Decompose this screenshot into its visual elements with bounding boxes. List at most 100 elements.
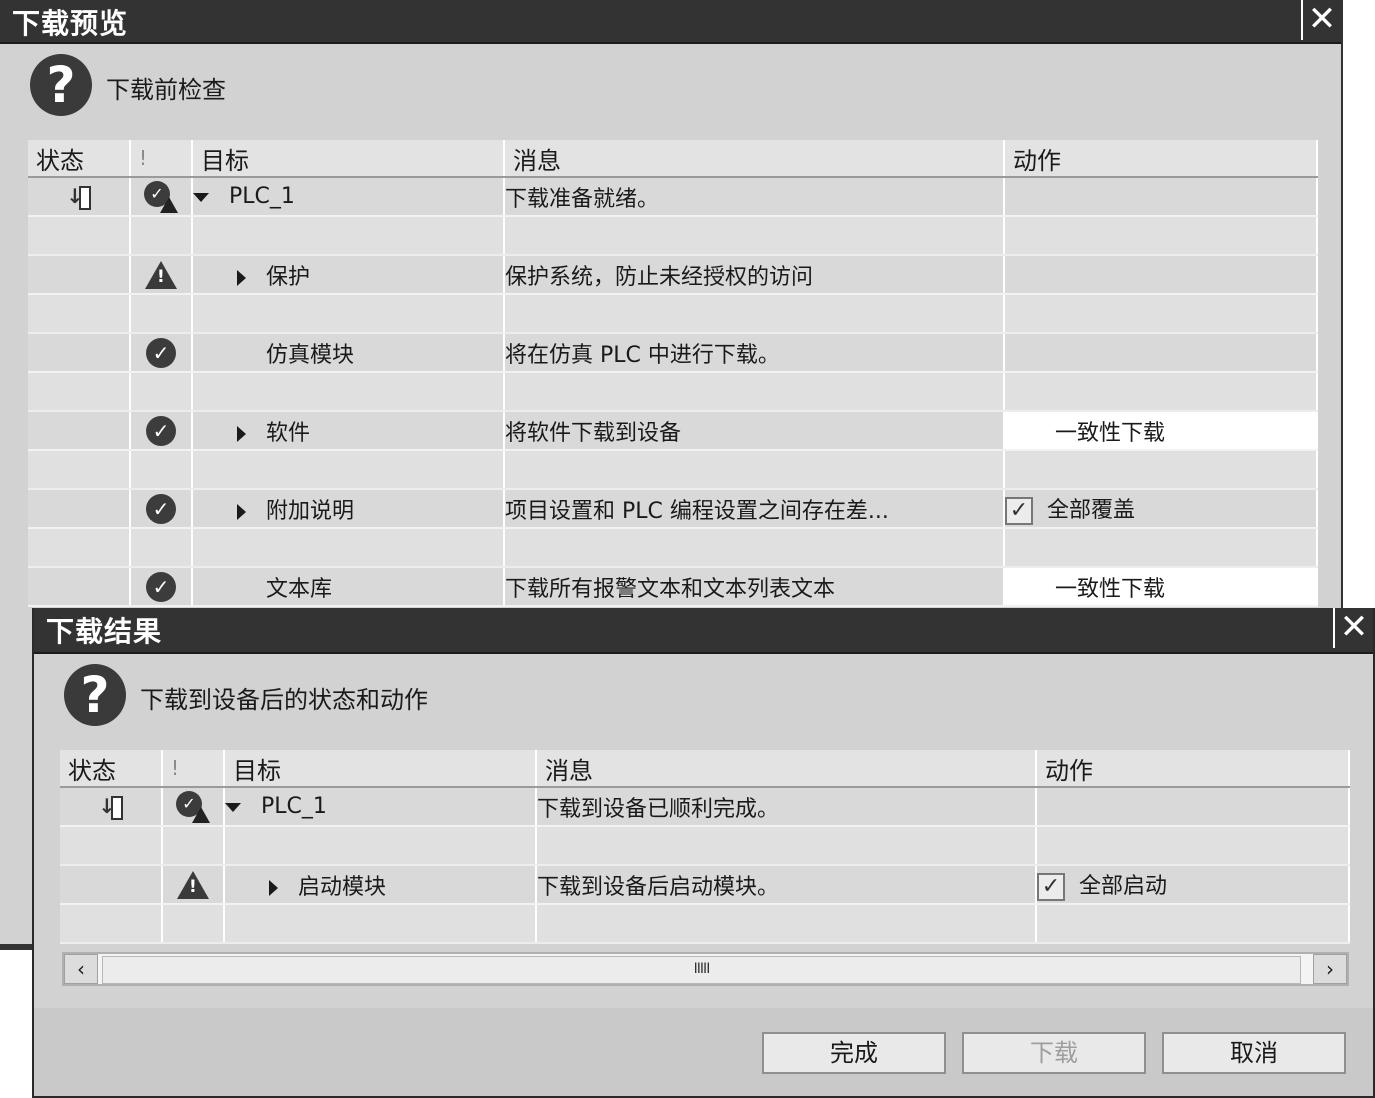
col-alert[interactable]: ! — [130, 140, 193, 178]
overwrite-all-checkbox[interactable]: ✓ — [1005, 497, 1033, 525]
expand-arrow-icon[interactable] — [237, 503, 246, 520]
alert-cell: ✓ — [130, 333, 193, 373]
alert-cell: ! — [162, 865, 225, 905]
table-row-spacer — [28, 216, 1318, 256]
start-all-checkbox[interactable]: ✓ — [1037, 873, 1065, 901]
question-icon: ? — [64, 664, 126, 726]
col-target[interactable]: 目标 — [192, 140, 505, 178]
download-result-dialog: 下载结果 ✕ ? 下载到设备后的状态和动作 状态 ! 目标 消息 动作 ↓ ✓ — [32, 608, 1375, 1098]
target-cell[interactable]: PLC_1 — [224, 787, 537, 827]
scroll-right-icon[interactable]: › — [1313, 954, 1347, 984]
target-cell[interactable]: 保护 — [192, 255, 505, 295]
action-select[interactable]: 一致性下载 — [1004, 411, 1318, 451]
warning-icon: ! — [177, 870, 209, 899]
table-row-spacer — [28, 450, 1318, 490]
target-cell[interactable]: 文本库 — [192, 567, 505, 607]
target-cell[interactable]: 附加说明 — [192, 489, 505, 529]
action-cell[interactable]: ✓ 全部覆盖 — [1004, 489, 1318, 529]
expand-arrow-icon[interactable] — [237, 269, 246, 286]
target-label: PLC_1 — [229, 184, 295, 209]
target-label: PLC_1 — [261, 794, 327, 819]
finish-button[interactable]: 完成 — [762, 1032, 946, 1074]
table-row[interactable]: ↓ ✓ PLC_1 下载到设备已顺利完成。 — [60, 787, 1350, 827]
check-circle-icon: ✓ — [146, 571, 176, 602]
table-row[interactable]: ✓ 仿真模块 将在仿真 PLC 中进行下载。 — [28, 333, 1318, 373]
result-table-header: 状态 ! 目标 消息 动作 — [60, 750, 1350, 788]
table-row[interactable]: ✓ 软件 将软件下载到设备 一致性下载 — [28, 411, 1318, 451]
scroll-left-icon[interactable]: ‹ — [64, 954, 98, 984]
col-status[interactable]: 状态 — [28, 140, 131, 178]
col-action[interactable]: 动作 — [1004, 140, 1318, 178]
preview-header-text: 下载前检查 — [106, 76, 226, 104]
col-alert[interactable]: ! — [162, 750, 225, 788]
action-cell — [1004, 255, 1318, 295]
col-target[interactable]: 目标 — [224, 750, 537, 788]
status-cell — [28, 411, 131, 451]
table-row[interactable]: ! 启动模块 下载到设备后启动模块。 ✓ 全部启动 — [60, 865, 1350, 905]
preview-titlebar[interactable]: 下载预览 ✕ — [0, 0, 1341, 44]
message-cell: 将在仿真 PLC 中进行下载。 — [504, 333, 1005, 373]
target-cell[interactable]: 软件 — [192, 411, 505, 451]
table-row-spacer — [28, 528, 1318, 568]
status-cell — [28, 567, 131, 607]
table-row-spacer — [60, 904, 1350, 944]
download-icon: ↓ — [67, 184, 91, 210]
table-row[interactable]: ✓ 文本库 下载所有报警文本和文本列表文本 一致性下载 — [28, 567, 1318, 607]
action-cell — [1004, 333, 1318, 373]
download-button[interactable]: 下载 — [962, 1032, 1146, 1074]
message-cell: 下载到设备已顺利完成。 — [536, 787, 1037, 827]
status-cell — [60, 865, 163, 905]
cancel-button[interactable]: 取消 — [1162, 1032, 1346, 1074]
collapse-arrow-icon[interactable] — [193, 192, 209, 202]
table-row-spacer — [28, 372, 1318, 412]
result-title: 下载结果 — [46, 615, 163, 648]
status-cell — [28, 255, 131, 295]
target-label: 保护 — [266, 264, 311, 290]
check-circle-icon: ✓ — [146, 337, 176, 368]
result-close-button[interactable]: ✕ — [1333, 608, 1373, 648]
alert-cell: ✓ — [130, 489, 193, 529]
table-row[interactable]: ↓ ✓ PLC_1 下载准备就绪。 — [28, 177, 1318, 217]
target-cell[interactable]: 仿真模块 — [192, 333, 505, 373]
check-warning-icon: ✓ — [144, 180, 178, 213]
preview-close-button[interactable]: ✕ — [1301, 0, 1341, 40]
col-action[interactable]: 动作 — [1036, 750, 1350, 788]
target-cell[interactable]: 启动模块 — [224, 865, 537, 905]
collapse-arrow-icon[interactable] — [225, 802, 241, 812]
table-row[interactable]: ! 保护 保护系统，防止未经授权的访问 — [28, 255, 1318, 295]
horizontal-scrollbar[interactable]: ‹ IIIII › — [62, 952, 1349, 986]
alert-cell: ✓ — [130, 567, 193, 607]
message-cell: 下载到设备后启动模块。 — [536, 865, 1037, 905]
scroll-thumb[interactable]: IIIII — [102, 956, 1301, 984]
preview-table: 状态 ! 目标 消息 动作 ↓ ✓ PLC_1 下载准备就绪。 ! 保护 保护系… — [28, 140, 1318, 607]
target-cell[interactable]: PLC_1 — [192, 177, 505, 217]
col-message[interactable]: 消息 — [504, 140, 1005, 178]
message-cell: 将软件下载到设备 — [504, 411, 1005, 451]
message-cell: 下载准备就绪。 — [504, 177, 1005, 217]
action-select[interactable]: 一致性下载 — [1004, 567, 1318, 607]
expand-arrow-icon[interactable] — [269, 879, 278, 896]
target-label: 仿真模块 — [266, 342, 355, 368]
target-label: 软件 — [266, 420, 311, 446]
action-label: 全部启动 — [1079, 874, 1168, 899]
result-titlebar[interactable]: 下载结果 ✕ — [34, 608, 1373, 654]
expand-arrow-icon[interactable] — [237, 425, 246, 442]
alert-cell: ✓ — [130, 177, 193, 217]
message-cell: 保护系统，防止未经授权的访问 — [504, 255, 1005, 295]
question-icon: ? — [30, 54, 92, 116]
check-warning-icon: ✓ — [176, 790, 210, 823]
preview-title: 下载预览 — [12, 7, 129, 40]
table-row[interactable]: ✓ 附加说明 项目设置和 PLC 编程设置之间存在差... ✓ 全部覆盖 — [28, 489, 1318, 529]
alert-cell: ✓ — [162, 787, 225, 827]
result-footer: 完成 下载 取消 — [34, 1008, 1373, 1096]
check-circle-icon: ✓ — [146, 493, 176, 524]
status-cell: ↓ — [28, 177, 131, 217]
status-cell — [28, 489, 131, 529]
col-status[interactable]: 状态 — [60, 750, 163, 788]
target-label: 附加说明 — [266, 498, 355, 524]
col-message[interactable]: 消息 — [536, 750, 1037, 788]
preview-table-header: 状态 ! 目标 消息 动作 — [28, 140, 1318, 178]
alert-cell: ✓ — [130, 411, 193, 451]
action-cell[interactable]: ✓ 全部启动 — [1036, 865, 1350, 905]
result-table: 状态 ! 目标 消息 动作 ↓ ✓ PLC_1 下载到设备已顺利完成。 ! 启动… — [60, 750, 1350, 944]
